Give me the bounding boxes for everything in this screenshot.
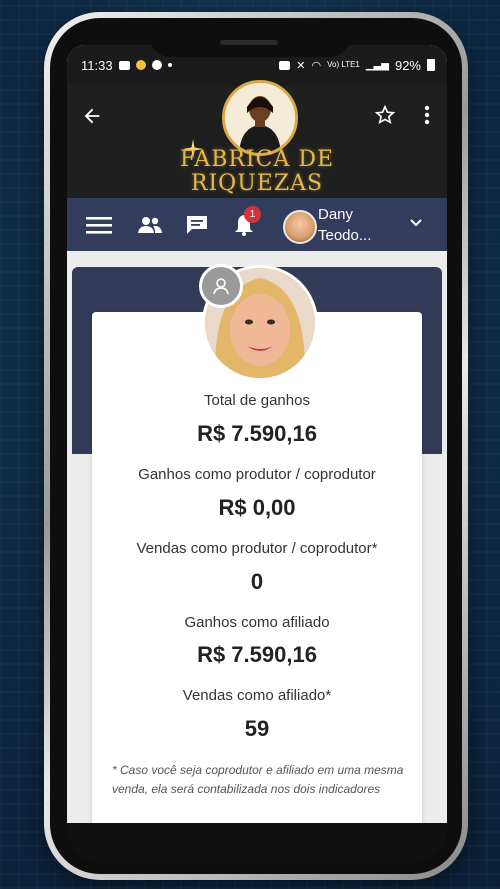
status-time: 11:33 <box>81 57 113 73</box>
phone-bottom-bezel <box>67 823 447 863</box>
brand-title-line1: FABRICA DE <box>179 147 335 172</box>
brand-title-line2: RIQUEZAS <box>190 171 324 196</box>
mute-icon: ✕ <box>296 59 306 72</box>
image-icon <box>279 60 291 70</box>
brand-person-illustration <box>225 83 295 153</box>
wifi-icon: ◠ <box>311 59 322 72</box>
notification-badge: 1 <box>244 206 261 223</box>
app-notification-icon <box>135 60 146 70</box>
people-icon <box>138 216 162 233</box>
stat-label-producer-earnings: Ganhos como produtor / coprodutor <box>138 466 376 483</box>
earnings-card <box>92 312 422 823</box>
menu-button[interactable] <box>85 198 113 251</box>
stat-value-affiliate-earnings: R$ 7.590,16 <box>197 642 317 667</box>
video-icon <box>118 60 130 70</box>
signal-icon: ▁▃▅ <box>365 59 389 71</box>
stat-value-affiliate-sales: 59 <box>244 716 270 741</box>
footnote: * Caso você seja coprodutor e afiliado e… <box>112 763 404 796</box>
chevron-down-icon <box>410 219 422 227</box>
app-screen: 11:33 ✕ ◠ Vo) LTE1 ▁▃▅ 92% FABRICA DE RI… <box>67 45 447 823</box>
back-button[interactable] <box>75 99 109 133</box>
contacts-button[interactable] <box>137 198 163 251</box>
star-icon <box>374 104 396 124</box>
menu-icon <box>86 216 112 234</box>
stat-value-producer-earnings: R$ 0,00 <box>218 495 296 520</box>
more-vert-icon <box>424 105 430 125</box>
stat-label-producer-sales: Vendas como produtor / coprodutor* <box>136 540 378 557</box>
app-toolbar: 1 Dany Teodo... <box>67 198 447 251</box>
stat-label-affiliate-sales: Vendas como afiliado* <box>182 687 332 704</box>
change-photo-button[interactable] <box>199 264 243 308</box>
favorite-button[interactable] <box>367 97 403 133</box>
chat-icon <box>187 215 207 234</box>
messages-button[interactable] <box>185 198 209 251</box>
user-menu-toggle[interactable] <box>408 215 424 236</box>
stat-label-total-earnings: Total de ganhos <box>204 392 310 409</box>
battery-icon <box>427 59 435 71</box>
user-first-name: Dany <box>318 206 354 223</box>
more-notifications-dot <box>167 63 172 67</box>
more-options-button[interactable] <box>415 97 439 133</box>
back-arrow-icon <box>84 108 100 124</box>
stat-value-producer-sales: 0 <box>250 569 264 594</box>
phone-speaker <box>220 40 278 45</box>
b-icon <box>151 60 162 70</box>
user-last-name: Teodo... <box>318 227 372 244</box>
battery-level: 92% <box>394 57 421 73</box>
change-photo-icon <box>213 278 229 295</box>
user-avatar[interactable] <box>283 210 317 244</box>
stat-value-total-earnings: R$ 7.590,16 <box>197 421 317 446</box>
stat-label-affiliate-earnings: Ganhos como afiliado <box>184 614 330 631</box>
user-name[interactable]: Dany Teodo... <box>318 204 398 246</box>
app-header: FABRICA DE RIQUEZAS <box>67 80 447 198</box>
network-label: Vo) LTE1 <box>327 60 360 69</box>
brand-logo-photo <box>222 80 298 156</box>
